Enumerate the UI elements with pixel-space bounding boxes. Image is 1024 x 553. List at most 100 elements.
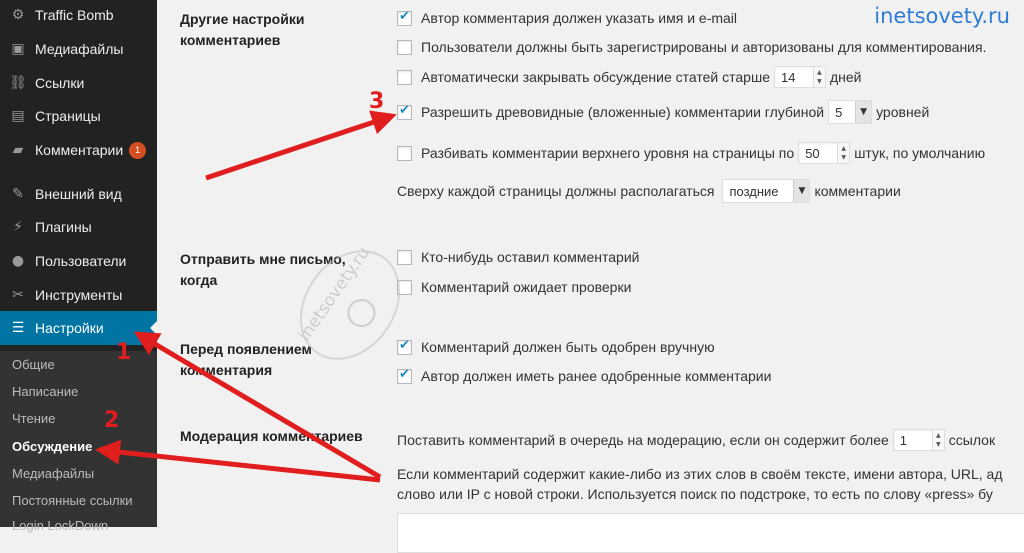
media-icon: ▣ [11, 41, 25, 57]
submenu-writing[interactable]: Написание [12, 384, 78, 399]
site-watermark: inetsovety.ru [874, 4, 1010, 28]
option-label: дней [829, 69, 862, 85]
threaded-depth-select[interactable]: 5 ▼ [828, 100, 873, 124]
menu-item-users[interactable]: ● Пользователи [0, 244, 157, 278]
option-label: Сверху каждой страницы должны располагат… [397, 183, 715, 199]
menu-item-settings[interactable]: ☰ Настройки [0, 311, 158, 345]
menu-label: Внешний вид [35, 186, 122, 202]
auto-close-days-input[interactable]: 14 ▲ ▼ [773, 66, 826, 88]
require-name-email-checkbox[interactable] [397, 9, 412, 26]
option-label: Автор комментария должен указать имя и e… [421, 10, 738, 26]
option-anyone-posts: Кто-нибудь оставил комментарий [397, 246, 639, 268]
option-held-moderation: Комментарий ожидает проверки [397, 276, 631, 298]
anyone-posts-checkbox[interactable] [397, 249, 412, 265]
user-icon: ● [11, 253, 25, 269]
menu-item-traffic-bomb[interactable]: ⚙ Traffic Bomb [0, 0, 157, 32]
submenu-login-lockdown[interactable]: Login LockDown [12, 518, 108, 533]
menu-item-media[interactable]: ▣ Медиафайлы [0, 32, 157, 66]
chevron-down-icon: ▼ [855, 101, 872, 123]
option-label: Автор должен иметь ранее одобренные комм… [421, 368, 772, 384]
menu-item-plugins[interactable]: ⚡ Плагины [0, 210, 157, 244]
annotation-number-2: 2 [104, 408, 120, 433]
moderation-links-value: 1 [899, 432, 908, 448]
comment-order-select[interactable]: поздние ▼ [722, 179, 811, 203]
wrench-icon: ✂ [12, 287, 24, 303]
manual-approve-checkbox[interactable] [397, 338, 412, 355]
spinner-arrows-icon[interactable]: ▲ ▼ [931, 430, 944, 450]
option-label: комментарии [814, 183, 901, 199]
option-threaded: Разрешить древовидные (вложенные) коммен… [397, 100, 930, 124]
settings-icon: ☰ [11, 320, 25, 336]
menu-label: Ссылки [35, 75, 85, 91]
menu-label: Плагины [35, 219, 92, 235]
menu-item-pages[interactable]: ▤ Страницы [0, 99, 157, 133]
submenu-media[interactable]: Медиафайлы [12, 466, 94, 481]
plugin-icon: ⚡ [13, 219, 23, 235]
settings-submenu: Общие Написание Чтение Обсуждение Медиаф… [0, 351, 157, 533]
option-require-name-email: Автор комментария должен указать имя и e… [397, 7, 737, 29]
option-label: Разрешить древовидные (вложенные) коммен… [421, 104, 825, 120]
menu-item-comments[interactable]: ▰ Комментарии 1 [0, 133, 157, 167]
previously-approved-checkbox[interactable] [397, 367, 412, 384]
submenu-general[interactable]: Общие [12, 357, 55, 372]
brush-icon: ✎ [12, 186, 24, 202]
gear-icon: ⚙ [11, 7, 25, 23]
menu-label: Настройки [35, 320, 104, 336]
option-moderation-links: Поставить комментарий в очередь на модер… [397, 428, 995, 452]
option-comment-order: Сверху каждой страницы должны располагат… [397, 179, 901, 203]
before-comment-appears-label: Перед появлением комментария [180, 341, 312, 378]
option-label: Поставить комментарий в очередь на модер… [397, 432, 889, 448]
moderation-links-input[interactable]: 1 ▲ ▼ [892, 429, 945, 451]
paginate-comments-checkbox[interactable] [397, 145, 412, 161]
menu-label: Комментарии [35, 142, 124, 158]
option-label: Комментарий должен быть одобрен вручную [421, 339, 715, 355]
option-registered-only: Пользователи должны быть зарегистрирован… [397, 36, 986, 58]
held-moderation-checkbox[interactable] [397, 279, 412, 295]
menu-label: Страницы [35, 108, 101, 124]
other-comment-settings-label: Другие настройки комментариев [180, 11, 305, 48]
submenu-discussion[interactable]: Обсуждение [12, 439, 92, 454]
annotation-number-1: 1 [116, 340, 132, 365]
registered-only-checkbox[interactable] [397, 39, 412, 55]
menu-item-appearance[interactable]: ✎ Внешний вид [0, 177, 157, 211]
option-label: Пользователи должны быть зарегистрирован… [421, 39, 987, 55]
paginate-count-input[interactable]: 50 ▲ ▼ [798, 142, 851, 164]
annotation-arrow-3 [205, 110, 397, 181]
menu-item-links[interactable]: ⛓ Ссылки [0, 66, 157, 100]
comment-count-badge: 1 [129, 141, 147, 159]
menu-label: Пользователи [35, 253, 127, 269]
comment-moderation-label: Модерация комментариев [180, 428, 363, 444]
auto-close-days-value: 14 [780, 69, 796, 85]
moderation-keys-textarea[interactable] [397, 513, 1024, 553]
option-label: Разбивать комментарии верхнего уровня на… [421, 145, 795, 161]
chevron-down-icon: ▼ [793, 180, 810, 202]
paginate-count-value: 50 [805, 145, 820, 161]
auto-close-checkbox[interactable] [397, 69, 412, 85]
menu-label: Медиафайлы [35, 41, 124, 57]
menu-label: Traffic Bomb [35, 7, 114, 23]
option-label: Автоматически закрывать обсуждение стате… [421, 69, 770, 85]
email-me-label: Отправить мне письмо, когда [180, 251, 346, 288]
option-previously-approved: Автор должен иметь ранее одобренные комм… [397, 365, 771, 387]
annotation-number-3: 3 [369, 89, 385, 114]
moderation-words-description-2: слово или IP с новой строки. Используетс… [397, 486, 993, 502]
page-icon: ▤ [11, 108, 25, 124]
option-auto-close: Автоматически закрывать обсуждение стате… [397, 66, 862, 88]
option-manual-approve: Комментарий должен быть одобрен вручную [397, 336, 715, 358]
threaded-depth-value: 5 [835, 104, 843, 120]
submenu-reading[interactable]: Чтение [12, 411, 55, 426]
admin-sidebar: ⚙ Traffic Bomb ▣ Медиафайлы ⛓ Ссылки ▤ С… [0, 0, 158, 533]
threaded-comments-checkbox[interactable] [397, 103, 412, 120]
comment-order-value: поздние [729, 183, 779, 199]
option-paginate: Разбивать комментарии верхнего уровня на… [397, 142, 985, 164]
option-label: ссылок [948, 432, 996, 448]
menu-item-tools[interactable]: ✂ Инструменты [0, 278, 157, 312]
submenu-permalinks[interactable]: Постоянные ссылки [12, 493, 133, 508]
option-label: Комментарий ожидает проверки [421, 279, 632, 295]
option-label: уровней [876, 104, 930, 120]
option-label: Кто-нибудь оставил комментарий [421, 249, 640, 265]
spinner-arrows-icon[interactable]: ▲ ▼ [837, 143, 850, 163]
link-icon: ⛓ [9, 75, 27, 91]
spinner-arrows-icon[interactable]: ▲ ▼ [812, 67, 825, 87]
option-label: штук, по умолчанию [854, 145, 986, 161]
